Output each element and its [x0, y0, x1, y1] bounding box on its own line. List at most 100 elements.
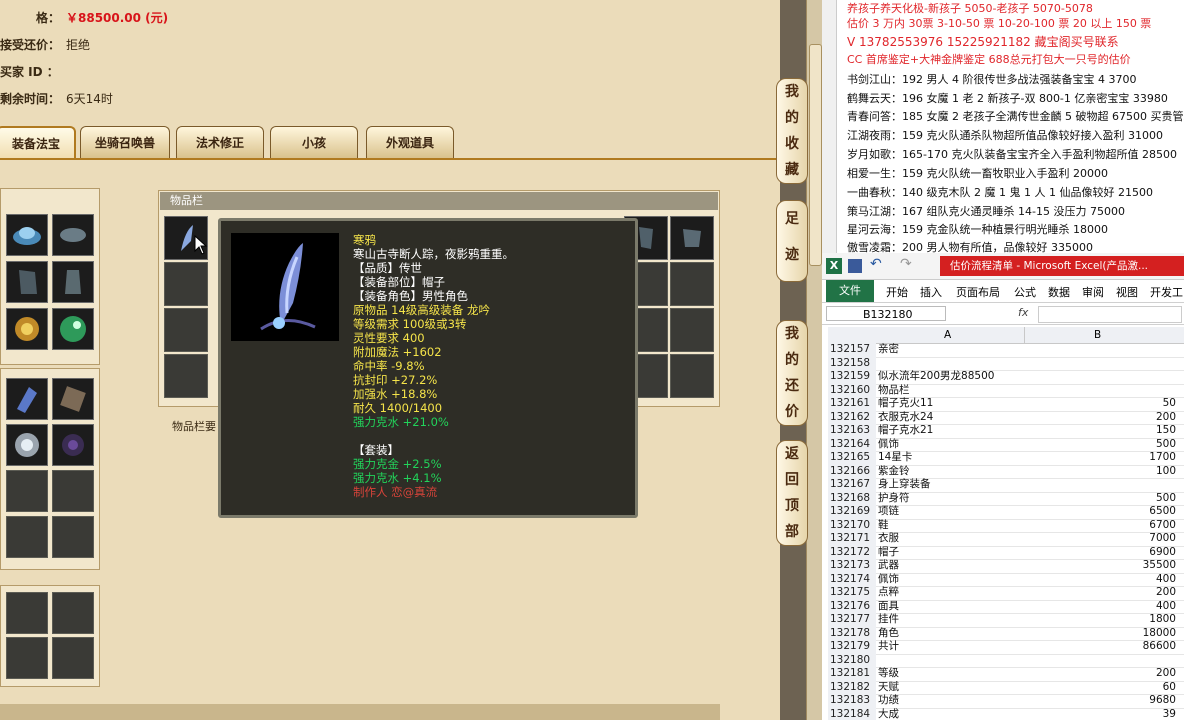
row-number[interactable]: 132158 — [828, 356, 876, 370]
tab-appearance[interactable]: 外观道具 — [366, 126, 454, 159]
cell-a[interactable]: 大成 — [878, 708, 899, 720]
row-number[interactable]: 132162 — [828, 410, 876, 424]
tab-developer[interactable]: 开发工 — [1150, 284, 1183, 300]
tab-child[interactable]: 小孩 — [270, 126, 358, 159]
spreadsheet-row[interactable]: 132173 武器 35500 — [828, 559, 1184, 574]
spreadsheet-row[interactable]: 132161 帽子克火11 50 — [828, 397, 1184, 412]
row-number[interactable]: 132164 — [828, 437, 876, 451]
spreadsheet-row[interactable]: 132174 佩饰 400 — [828, 572, 1184, 587]
row-number[interactable]: 132160 — [828, 383, 876, 397]
cell-b[interactable]: 6700 — [1028, 519, 1176, 533]
tab-mount-pet[interactable]: 坐骑召唤兽 — [80, 126, 170, 159]
page-scrollbar[interactable] — [806, 0, 823, 720]
my-offers-button[interactable]: 我的还价 — [776, 320, 808, 426]
row-number[interactable]: 132179 — [828, 640, 876, 654]
inventory-slot[interactable] — [164, 308, 208, 352]
row-number[interactable]: 132166 — [828, 464, 876, 478]
spreadsheet-row[interactable]: 132163 帽子克水21 150 — [828, 424, 1184, 439]
spreadsheet-row[interactable]: 132172 帽子 6900 — [828, 545, 1184, 560]
cell-a[interactable]: 鞋 — [878, 519, 889, 533]
cell-a[interactable]: 帽子克水21 — [878, 424, 933, 438]
spreadsheet-row[interactable]: 132181 等级 200 — [828, 667, 1184, 682]
cell-a[interactable]: 帽子克火11 — [878, 397, 933, 411]
cell-a[interactable]: 面具 — [878, 600, 899, 614]
spreadsheet-row[interactable]: 132157 亲密 — [828, 343, 1184, 358]
cell-a[interactable]: 护身符 — [878, 492, 910, 506]
cell-b[interactable]: 200 — [1028, 667, 1176, 681]
name-box[interactable]: B132180 — [826, 306, 946, 321]
cell-b[interactable]: 7000 — [1028, 532, 1176, 546]
row-number[interactable]: 132165 — [828, 451, 876, 465]
inventory-slot[interactable] — [670, 262, 714, 306]
equip-slot[interactable] — [52, 261, 94, 303]
tab-equipment[interactable]: 装备法宝 — [0, 126, 76, 160]
tab-page-layout[interactable]: 页面布局 — [956, 284, 1000, 300]
spreadsheet-row[interactable]: 132159 似水流年200男龙88500 — [828, 370, 1184, 385]
row-number[interactable]: 132178 — [828, 626, 876, 640]
cell-a[interactable]: 武器 — [878, 559, 899, 573]
cell-a[interactable]: 挂件 — [878, 613, 899, 627]
tab-review[interactable]: 审阅 — [1082, 284, 1104, 300]
cell-b[interactable]: 39 — [1028, 708, 1176, 720]
cell-a[interactable]: 14星卡 — [878, 451, 912, 465]
cell-b[interactable]: 9680 — [1028, 694, 1176, 708]
footprint-button[interactable]: 足迹 — [776, 200, 808, 282]
save-icon[interactable] — [848, 259, 862, 273]
cell-a[interactable]: 共计 — [878, 640, 899, 654]
cell-a[interactable]: 角色 — [878, 627, 899, 641]
cell-b[interactable]: 6500 — [1028, 505, 1176, 519]
spreadsheet-row[interactable]: 132170 鞋 6700 — [828, 518, 1184, 533]
cell-b[interactable]: 200 — [1028, 411, 1176, 425]
tab-file[interactable]: 文件 — [826, 280, 874, 302]
row-number[interactable]: 132183 — [828, 694, 876, 708]
row-number[interactable]: 132170 — [828, 518, 876, 532]
redo-icon[interactable]: ↷ — [900, 256, 912, 272]
row-number[interactable]: 132176 — [828, 599, 876, 613]
cell-a[interactable]: 项链 — [878, 505, 899, 519]
equip-slot[interactable] — [6, 424, 48, 466]
cell-b[interactable]: 200 — [1028, 586, 1176, 600]
inventory-slot[interactable] — [164, 262, 208, 306]
row-number[interactable]: 132173 — [828, 559, 876, 573]
equip-slot[interactable] — [6, 637, 48, 679]
equip-slot[interactable] — [52, 470, 94, 512]
equip-slot[interactable] — [6, 470, 48, 512]
cell-b[interactable]: 100 — [1028, 465, 1176, 479]
row-number[interactable]: 132175 — [828, 586, 876, 600]
spreadsheet-row[interactable]: 132171 衣服 7000 — [828, 532, 1184, 547]
cell-a[interactable]: 身上穿装备 — [878, 478, 931, 492]
row-number[interactable]: 132163 — [828, 424, 876, 438]
cell-a[interactable]: 功绩 — [878, 694, 899, 708]
inventory-slot[interactable] — [164, 354, 208, 398]
tab-spell[interactable]: 法术修正 — [176, 126, 264, 159]
equip-slot[interactable] — [6, 214, 48, 256]
cell-a[interactable]: 帽子 — [878, 546, 899, 560]
column-b-header[interactable]: B — [1094, 327, 1101, 343]
spreadsheet-row[interactable]: 132179 共计 86600 — [828, 640, 1184, 655]
cell-a[interactable]: 衣服 — [878, 532, 899, 546]
cell-b[interactable]: 500 — [1028, 492, 1176, 506]
equip-slot[interactable] — [52, 308, 94, 350]
fx-icon[interactable]: fx — [1018, 306, 1028, 319]
back-to-top-button[interactable]: 返回顶部 — [776, 440, 808, 546]
inventory-slot[interactable] — [670, 216, 714, 260]
cell-b[interactable]: 6900 — [1028, 546, 1176, 560]
cell-a[interactable]: 亲密 — [878, 343, 899, 357]
spreadsheet-row[interactable]: 132175 点粹 200 — [828, 586, 1184, 601]
equip-slot[interactable] — [6, 592, 48, 634]
cell-a[interactable]: 天赋 — [878, 681, 899, 695]
row-number[interactable]: 132184 — [828, 707, 876, 720]
formula-input[interactable] — [1038, 306, 1182, 323]
spreadsheet-row[interactable]: 132166 紫金铃 100 — [828, 464, 1184, 479]
column-a-header[interactable]: A — [944, 327, 951, 343]
inventory-slot[interactable] — [670, 354, 714, 398]
equip-slot[interactable] — [6, 308, 48, 350]
cell-a[interactable]: 紫金铃 — [878, 465, 910, 479]
spreadsheet-row[interactable]: 132182 天赋 60 — [828, 680, 1184, 695]
row-number[interactable]: 132159 — [828, 370, 876, 384]
equip-slot[interactable] — [52, 637, 94, 679]
cell-a[interactable]: 似水流年200男龙88500 — [878, 370, 994, 384]
spreadsheet-row[interactable]: 132180 — [828, 653, 1184, 668]
cell-b[interactable]: 18000 — [1028, 627, 1176, 641]
tab-insert[interactable]: 插入 — [920, 284, 942, 300]
